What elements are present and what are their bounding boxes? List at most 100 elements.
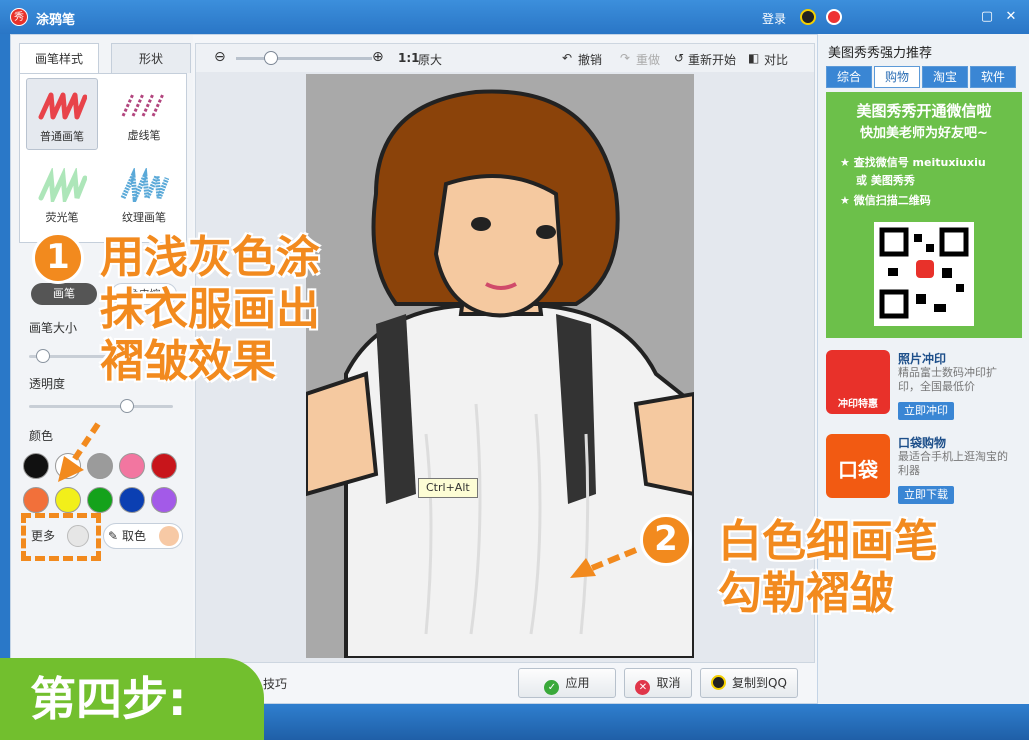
step2-note: 白色细画笔 勾勒褶皱 <box>718 516 938 620</box>
ad-name: 口袋购物 <box>898 436 947 450</box>
step1-line-2: 抹衣服画出 <box>100 284 320 335</box>
texture-brush-icon <box>120 166 170 208</box>
app-logo-icon: 秀 <box>10 8 28 26</box>
copy-to-qq-button[interactable]: 复制到QQ <box>700 668 798 698</box>
step2-number-badge: 2 <box>640 514 692 566</box>
cancel-icon: ✕ <box>635 680 651 695</box>
brush-dashed[interactable]: 虚线笔 <box>108 78 180 150</box>
login-link[interactable]: 登录 <box>762 10 786 27</box>
tab-taobao[interactable]: 淘宝 <box>922 66 968 88</box>
color-swatch[interactable] <box>151 487 177 513</box>
color-swatch[interactable] <box>23 487 49 513</box>
step1-note: 用浅灰色涂 抹衣服画出 褶皱效果 <box>100 232 320 388</box>
tab-shopping[interactable]: 购物 <box>874 66 920 88</box>
qr-code <box>874 222 974 326</box>
ad-desc: 最适合手机上逛淘宝的利器 <box>898 450 1008 477</box>
cancel-button[interactable]: ✕ 取消 <box>624 668 692 698</box>
tips-link[interactable]: 技巧 <box>263 675 287 692</box>
opacity-knob[interactable] <box>120 399 134 413</box>
promo-line-3: ★ 微信扫描二维码 <box>840 194 931 207</box>
zoom-ratio[interactable]: 1:1 <box>398 51 420 65</box>
promo-line-1: ★ 查找微信号 meituxiuxiu <box>840 156 986 169</box>
step2-line-1: 白色细画笔 <box>718 516 938 567</box>
color-swatch[interactable] <box>151 453 177 479</box>
eyedropper-icon: ✎ <box>108 529 119 543</box>
brush-label: 纹理画笔 <box>122 211 166 224</box>
step-badge: 第四步: <box>0 658 264 740</box>
redo-button[interactable]: 重做 <box>636 51 660 68</box>
brush-label: 普通画笔 <box>40 130 84 143</box>
restart-button[interactable]: 重新开始 <box>688 51 736 68</box>
zoom-out-icon[interactable]: ⊖ <box>214 49 226 65</box>
apply-button[interactable]: ✓ 应用 <box>518 668 616 698</box>
zoom-slider[interactable] <box>236 57 372 60</box>
photo-print-thumb: 冲印特惠 <box>826 350 890 414</box>
step1-line-3: 褶皱效果 <box>100 336 276 387</box>
brush-texture[interactable]: 纹理画笔 <box>108 160 180 232</box>
compare-icon[interactable]: ◧ <box>748 51 759 65</box>
tab-brush-style[interactable]: 画笔样式 <box>19 43 99 73</box>
brush-tabs: 画笔样式 形状 <box>19 43 191 73</box>
promo-subtitle: 快加美老师为好友吧~ <box>860 126 988 141</box>
pocket-shopping-ad[interactable]: 口袋 口袋购物 最适合手机上逛淘宝的利器 立即下载 <box>826 434 1022 510</box>
brush-size-label: 画笔大小 <box>29 321 78 335</box>
color-swatch[interactable] <box>119 453 145 479</box>
step1-line-1: 用浅灰色涂 <box>100 232 320 283</box>
brush-size-knob[interactable] <box>35 349 50 363</box>
ad-name: 照片冲印 <box>898 352 947 366</box>
opacity-label: 透明度 <box>29 377 66 391</box>
color-picker-label: 取色 <box>122 529 147 543</box>
highlight-box <box>21 513 101 561</box>
step2-line-2: 勾勒褶皱 <box>718 568 894 619</box>
original-size-button[interactable]: 原大 <box>418 51 442 68</box>
canvas-toolbar: ⊖ ⊕ 1:1 原大 ↶ 撤销 ↷ 重做 ↺ 重新开始 ◧ 对比 <box>196 44 814 72</box>
brush-label: 荧光笔 <box>45 211 79 224</box>
category-tabs: 综合 购物 淘宝 软件 <box>826 66 1022 88</box>
restart-icon[interactable]: ↺ <box>674 51 684 65</box>
download-now-button[interactable]: 立即下载 <box>898 486 954 504</box>
tab-software[interactable]: 软件 <box>970 66 1016 88</box>
zoom-in-icon[interactable]: ⊕ <box>372 49 384 65</box>
brush-normal[interactable]: 普通画笔 <box>26 78 98 150</box>
tab-brush-mode[interactable]: 画笔 <box>31 283 97 305</box>
qq-icon[interactable] <box>800 9 816 25</box>
tab-general[interactable]: 综合 <box>826 66 872 88</box>
apply-label: 应用 <box>565 676 590 690</box>
print-now-button[interactable]: 立即冲印 <box>898 402 954 420</box>
color-swatch[interactable] <box>87 487 113 513</box>
title-bar: 秀 涂鸦笔 登录 ▢ ✕ <box>0 0 1029 34</box>
cancel-label: 取消 <box>656 676 681 690</box>
color-swatch[interactable] <box>119 487 145 513</box>
promo-line-2: 或 美图秀秀 <box>856 174 915 187</box>
undo-button[interactable]: 撤销 <box>578 51 602 68</box>
window-title: 涂鸦笔 <box>36 13 76 28</box>
undo-icon[interactable]: ↶ <box>562 51 572 65</box>
color-swatch[interactable] <box>55 487 81 513</box>
weibo-icon[interactable] <box>826 9 842 25</box>
color-swatch[interactable] <box>23 453 49 479</box>
step2-arrow-icon <box>570 547 638 578</box>
step1-arrow-icon <box>58 422 101 482</box>
dashed-brush-icon <box>121 93 165 117</box>
brush-grid: 普通画笔 虚线笔 荧光笔 纹理画笔 <box>19 73 187 243</box>
compare-button[interactable]: 对比 <box>764 51 788 68</box>
color-picker-button[interactable]: ✎ 取色 <box>103 523 183 549</box>
qr-code-icon <box>879 227 969 319</box>
photo-print-ad[interactable]: 冲印特惠 照片冲印 精品富士数码冲印扩印，全国最低价 立即冲印 <box>826 350 1022 426</box>
redo-icon[interactable]: ↷ <box>620 51 630 65</box>
highlighter-brush-icon <box>38 166 88 208</box>
step1-number-badge: 1 <box>32 232 84 284</box>
zoom-knob[interactable] <box>264 51 278 65</box>
maximize-icon[interactable]: ▢ <box>980 10 994 24</box>
check-icon: ✓ <box>544 680 560 695</box>
picked-color-swatch <box>159 526 179 546</box>
opacity-slider[interactable] <box>29 399 173 413</box>
thumb-caption: 冲印特惠 <box>838 399 878 410</box>
wechat-promo-banner[interactable]: 美图秀秀开通微信啦 快加美老师为好友吧~ ★ 查找微信号 meituxiuxiu… <box>826 92 1022 338</box>
normal-brush-icon <box>38 92 88 120</box>
brush-highlighter[interactable]: 荧光笔 <box>26 160 98 232</box>
pocket-thumb: 口袋 <box>826 434 890 498</box>
close-icon[interactable]: ✕ <box>1004 10 1018 24</box>
tab-shape[interactable]: 形状 <box>111 43 191 73</box>
recommend-heading: 美图秀秀强力推荐 <box>828 46 933 61</box>
